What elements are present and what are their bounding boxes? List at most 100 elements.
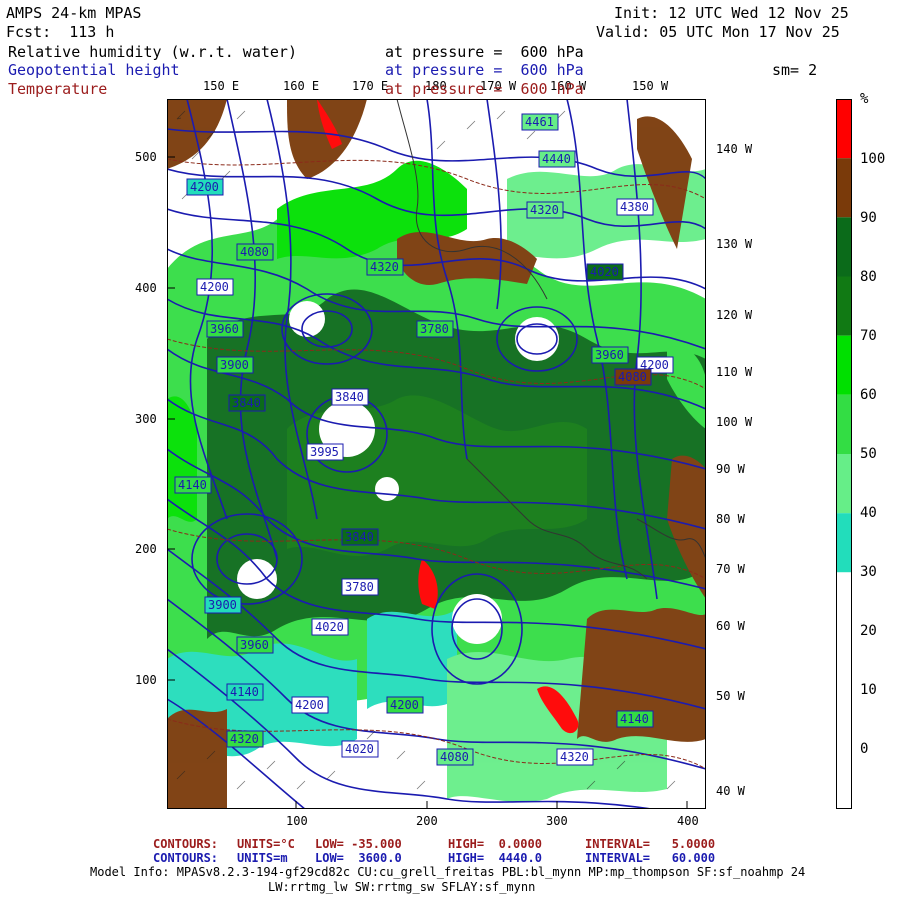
temp-contour-units: UNITS=°C	[237, 837, 295, 851]
forecast-hour: Fcst: 113 h	[6, 23, 115, 41]
height-contour-low: LOW= 3600.0	[315, 851, 402, 865]
height-label: 3960	[595, 348, 624, 362]
temp-contour-high: HIGH= 0.0000	[448, 837, 542, 851]
height-label: 4200	[190, 180, 219, 194]
right-lon-label: 90 W	[716, 462, 745, 476]
top-lon-label: 160 E	[283, 79, 320, 93]
model-info-line1: Model Info: MPASv8.2.3-194-gf29cd82c CU:…	[90, 865, 806, 879]
height-label: 4080	[240, 245, 269, 259]
right-lon-label: 100 W	[716, 415, 753, 429]
height-label: 3780	[420, 322, 449, 336]
field-temp-name: Temperature	[8, 80, 108, 98]
height-label: 3900	[208, 598, 237, 612]
height-label: 4020	[315, 620, 344, 634]
height-contour-units: UNITS=m	[237, 851, 288, 865]
height-label: 3995	[310, 445, 339, 459]
left-axis-tick: 100	[135, 673, 157, 687]
bottom-axis-tick: 200	[416, 814, 438, 828]
right-lon-label: 110 W	[716, 365, 753, 379]
colorbar-label: 60	[860, 387, 877, 403]
colorbar-label: 100	[860, 151, 886, 167]
height-label: 3900	[220, 358, 249, 372]
model-title: AMPS 24-km MPAS	[6, 4, 142, 22]
field-height-name: Geopotential height	[8, 61, 180, 79]
height-label: 3840	[232, 396, 261, 410]
colorbar-label: 90	[860, 210, 877, 226]
right-lon-label: 40 W	[716, 784, 745, 798]
colorbar-band	[836, 158, 852, 218]
bottom-axis-tick: 300	[546, 814, 568, 828]
height-label: 4320	[560, 750, 589, 764]
height-label: 3780	[345, 580, 374, 594]
height-label: 4440	[542, 152, 571, 166]
right-lon-label: 70 W	[716, 562, 745, 576]
smoothing-label: sm= 2	[772, 61, 818, 79]
temp-contour-label: CONTOURS:	[153, 837, 219, 851]
colorbar-label: 0	[860, 741, 869, 757]
colorbar-label: 50	[860, 446, 877, 462]
top-lon-label: 150 W	[632, 79, 669, 93]
right-lon-label: 60 W	[716, 619, 745, 633]
height-label: 3960	[240, 638, 269, 652]
left-axis-tick: 300	[135, 412, 157, 426]
height-contour-label: CONTOURS:	[153, 851, 219, 865]
colorbar-label: 20	[860, 623, 877, 639]
top-lon-label: 150 E	[203, 79, 240, 93]
height-label: 4320	[530, 203, 559, 217]
field-temp-level: at pressure = 600 hPa	[385, 80, 584, 98]
height-contour-high: HIGH= 4440.0	[448, 851, 542, 865]
height-label: 4200	[295, 698, 324, 712]
top-lon-label: 170 E	[352, 79, 389, 93]
height-label: 4380	[620, 200, 649, 214]
height-label: 3840	[345, 530, 374, 544]
height-label: 4140	[620, 712, 649, 726]
colorbar-band	[836, 394, 852, 454]
colorbar-band	[836, 513, 852, 573]
height-label: 4200	[200, 280, 229, 294]
height-label: 4140	[230, 685, 259, 699]
height-label: 4461	[525, 115, 554, 129]
forecast-map: 4461 4440 4380 4320 4200 4080 4320 4200 …	[167, 99, 706, 809]
temp-contour-interval: INTERVAL= 5.0000	[585, 837, 716, 851]
height-label: 4020	[345, 742, 374, 756]
colorbar-band	[836, 276, 852, 336]
init-time: Init: 12 UTC Wed 12 Nov 25	[614, 4, 849, 22]
temp-contour-low: LOW= -35.000	[315, 837, 402, 851]
colorbar-label: 70	[860, 328, 877, 344]
model-info-line2: LW:rrtmg_lw SW:rrtmg_sw SFLAY:sf_mynn	[268, 880, 536, 894]
colorbar-band	[836, 572, 852, 809]
height-contour-interval: INTERVAL= 60.000	[585, 851, 716, 865]
colorbar-label: 80	[860, 269, 877, 285]
height-label: 3960	[210, 322, 239, 336]
field-rh-name: Relative humidity (w.r.t. water)	[8, 43, 297, 61]
height-label: 4140	[178, 478, 207, 492]
right-lon-label: 120 W	[716, 308, 753, 322]
colorbar-band	[836, 217, 852, 277]
valid-time: Valid: 05 UTC Mon 17 Nov 25	[596, 23, 840, 41]
height-label: 4080	[618, 370, 647, 384]
colorbar-band	[836, 99, 852, 159]
right-lon-label: 130 W	[716, 237, 753, 251]
colorbar-label: 40	[860, 505, 877, 521]
colorbar-band	[836, 335, 852, 395]
left-axis-tick: 200	[135, 542, 157, 556]
bottom-axis-tick: 400	[677, 814, 699, 828]
right-lon-label: 80 W	[716, 512, 745, 526]
field-height-level: at pressure = 600 hPa	[385, 61, 584, 79]
colorbar-unit: %	[860, 91, 869, 107]
height-label: 4020	[590, 265, 619, 279]
humidity-colorbar	[836, 99, 852, 809]
height-label: 3840	[335, 390, 364, 404]
height-label: 4320	[370, 260, 399, 274]
left-axis-tick: 500	[135, 150, 157, 164]
height-label: 4200	[390, 698, 419, 712]
colorbar-label: 10	[860, 682, 877, 698]
height-label: 4320	[230, 732, 259, 746]
left-axis-tick: 400	[135, 281, 157, 295]
bottom-axis-tick: 100	[286, 814, 308, 828]
height-label: 4080	[440, 750, 469, 764]
page: { "header": { "model_title": "AMPS 24-km…	[0, 0, 900, 900]
right-lon-label: 140 W	[716, 142, 753, 156]
right-lon-label: 50 W	[716, 689, 745, 703]
field-rh-level: at pressure = 600 hPa	[385, 43, 584, 61]
